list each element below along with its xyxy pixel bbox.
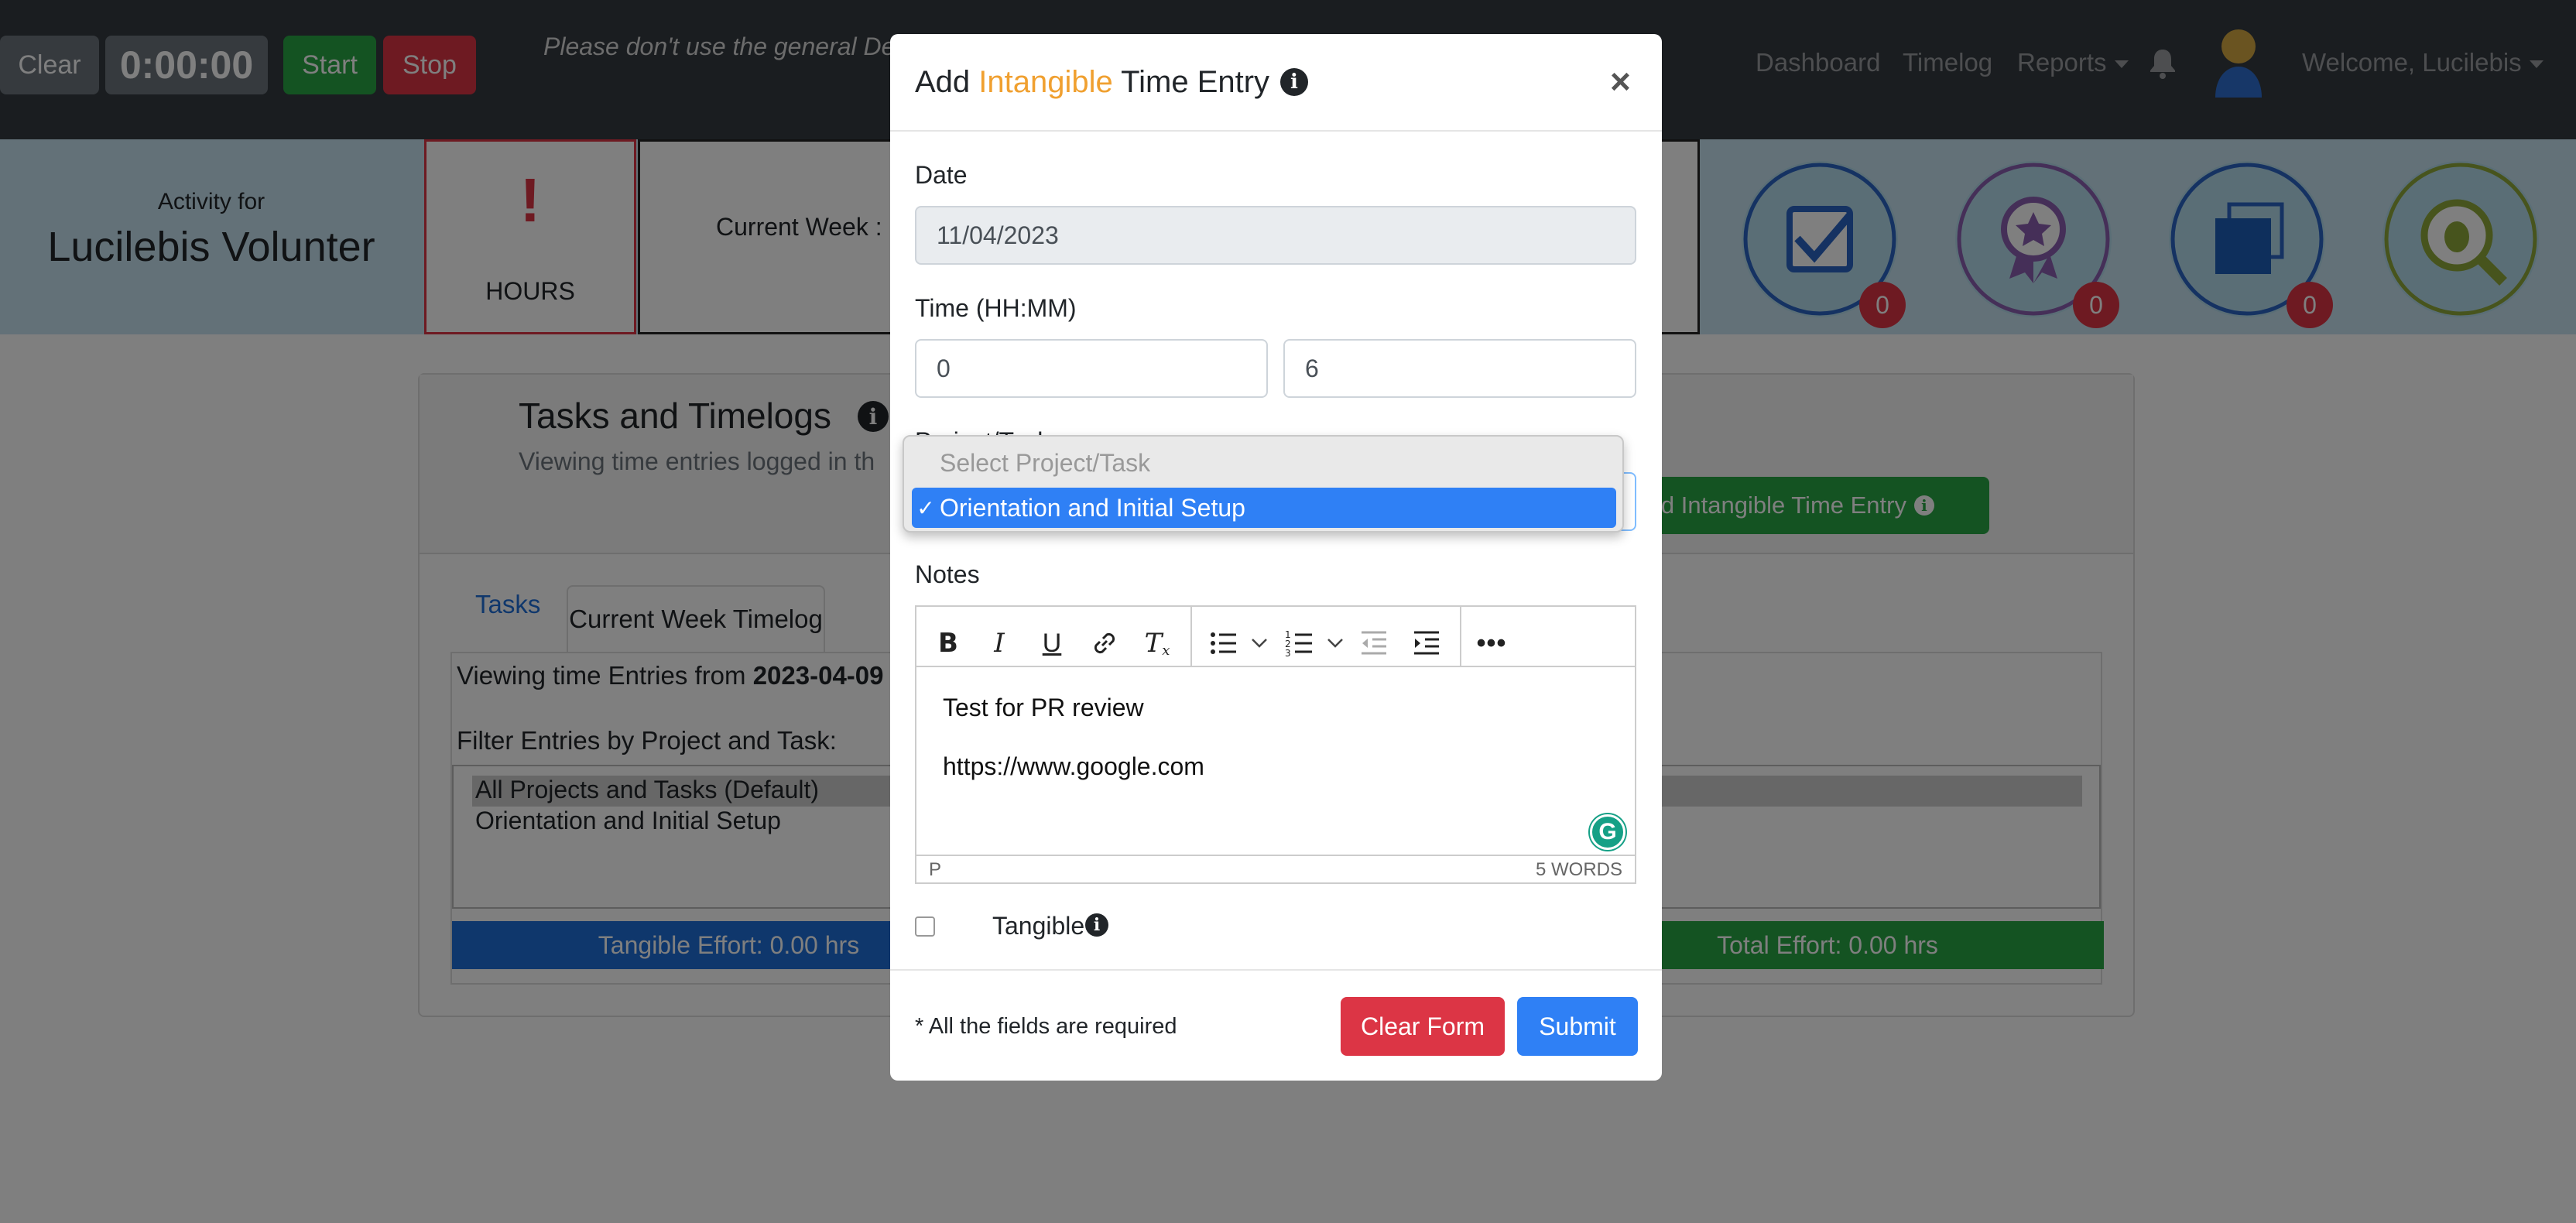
date-label: Date xyxy=(915,161,968,189)
editor-statusbar: P 5 WORDS xyxy=(916,855,1635,882)
italic-icon[interactable]: I xyxy=(980,624,1019,663)
add-time-entry-modal: Add Intangible Time Entry i × Date 11/04… xyxy=(890,34,1662,1081)
notes-line: https://www.google.com xyxy=(943,752,1204,780)
clear-form-button[interactable]: Clear Form xyxy=(1341,997,1505,1056)
tangible-checkbox[interactable] xyxy=(915,916,935,937)
close-icon[interactable]: × xyxy=(1610,60,1631,102)
notes-label: Notes xyxy=(915,560,980,588)
svg-text:3: 3 xyxy=(1285,648,1291,659)
bullet-list-icon[interactable] xyxy=(1204,624,1243,663)
dropdown-option-label: Orientation and Initial Setup xyxy=(940,493,1245,522)
checkmark-icon: ✓ xyxy=(916,495,935,520)
toolbar-separator xyxy=(1460,607,1461,667)
tangible-label: Tangible xyxy=(992,912,1085,940)
clear-formatting-icon[interactable]: Tx xyxy=(1138,624,1177,663)
dropdown-option-placeholder: Select Project/Task xyxy=(940,449,1151,477)
indent-icon[interactable] xyxy=(1407,624,1446,663)
bold-icon[interactable]: B xyxy=(929,624,968,663)
required-note: * All the fields are required xyxy=(915,1014,1177,1039)
modal-title-prefix: Add xyxy=(915,65,979,99)
underline-icon[interactable]: U xyxy=(1033,624,1071,663)
more-options-icon[interactable]: ••• xyxy=(1472,624,1511,663)
time-label: Time (HH:MM) xyxy=(915,294,1077,322)
notes-editor[interactable]: B I U Tx 123 ••• Test for PR review http… xyxy=(915,605,1636,884)
toolbar-separator xyxy=(1190,607,1192,667)
word-count[interactable]: 5 WORDS xyxy=(1536,859,1622,881)
grammarly-icon[interactable]: G xyxy=(1590,814,1625,850)
modal-title: Add Intangible Time Entry xyxy=(915,65,1269,100)
outdent-icon[interactable] xyxy=(1355,624,1393,663)
info-icon[interactable]: i xyxy=(1280,68,1308,96)
dropdown-option-selected[interactable]: ✓ Orientation and Initial Setup xyxy=(912,488,1616,528)
modal-header-divider xyxy=(890,130,1662,132)
chevron-down-icon[interactable] xyxy=(1324,624,1347,663)
link-icon[interactable] xyxy=(1085,624,1124,663)
date-field[interactable]: 11/04/2023 xyxy=(915,206,1636,265)
modal-title-highlight: Intangible xyxy=(978,65,1113,99)
numbered-list-icon[interactable]: 123 xyxy=(1280,624,1319,663)
notes-line: Test for PR review xyxy=(943,694,1144,721)
modal-title-suffix: Time Entry xyxy=(1112,65,1270,99)
info-icon[interactable]: i xyxy=(1085,913,1108,937)
minutes-field[interactable]: 6 xyxy=(1283,339,1636,398)
modal-footer-divider xyxy=(890,969,1662,971)
submit-button[interactable]: Submit xyxy=(1517,997,1638,1056)
chevron-down-icon[interactable] xyxy=(1248,624,1271,663)
element-path[interactable]: P xyxy=(929,859,941,881)
hours-field[interactable]: 0 xyxy=(915,339,1268,398)
project-task-dropdown: Select Project/Task ✓ Orientation and Ini… xyxy=(903,435,1624,533)
editor-toolbar: B I U Tx 123 ••• xyxy=(916,607,1635,667)
